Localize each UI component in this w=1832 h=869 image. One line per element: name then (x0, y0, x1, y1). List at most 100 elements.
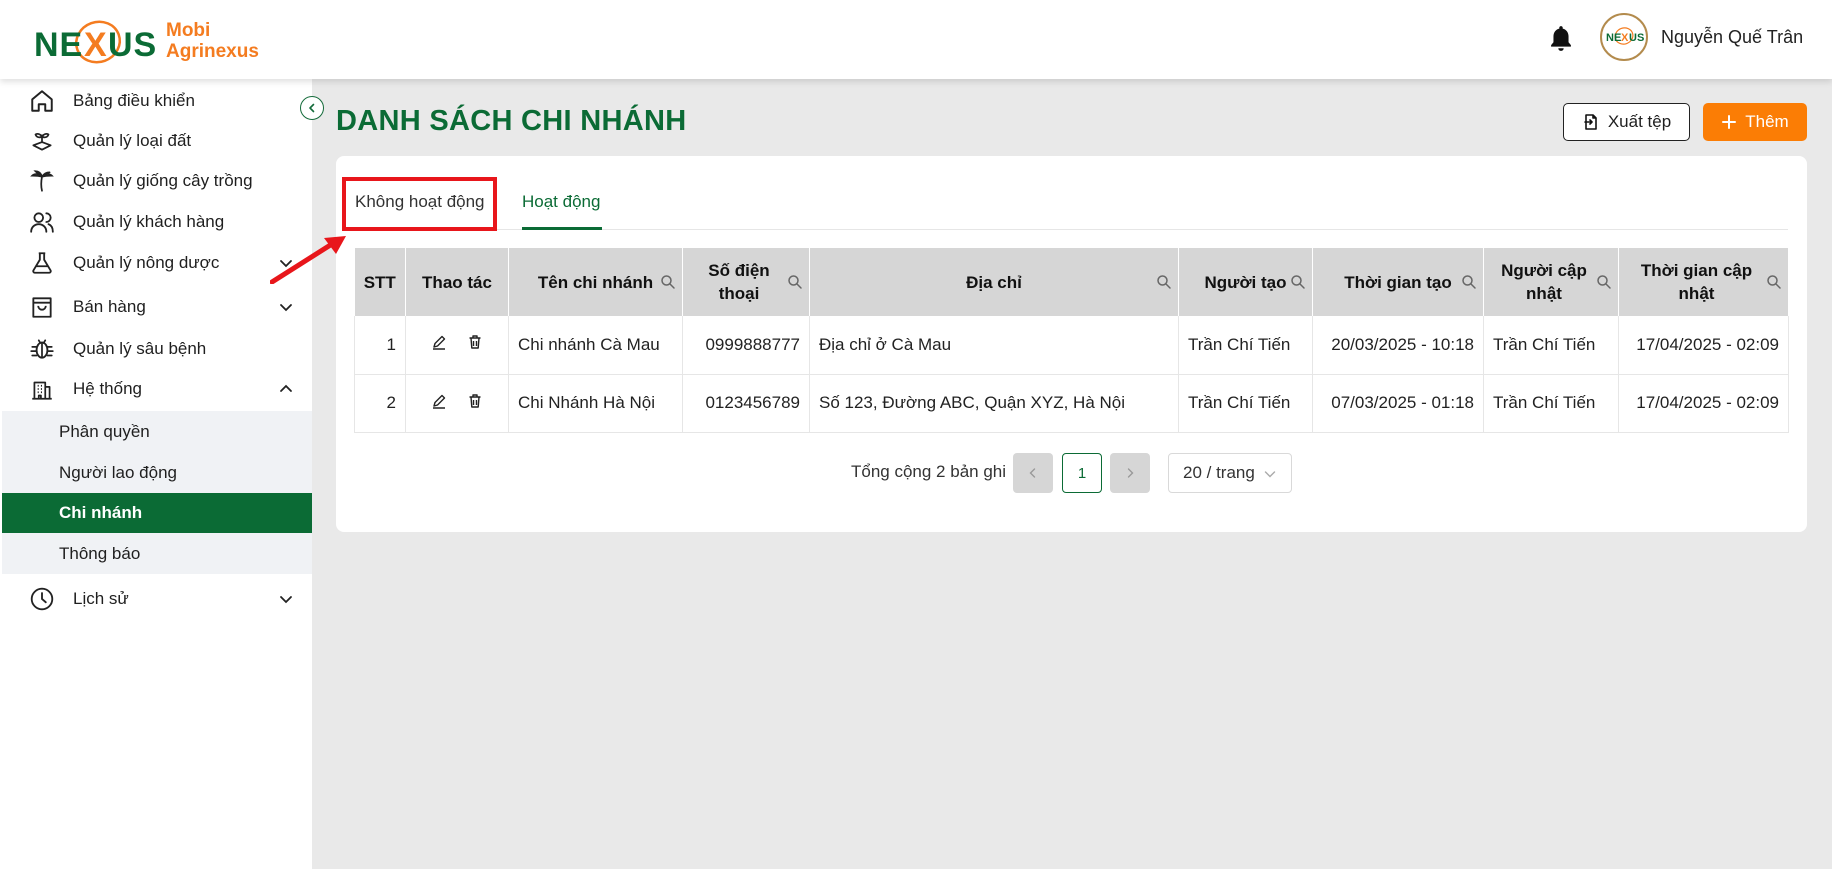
page-size-value: 20 / trang (1183, 463, 1255, 482)
chevron-down-icon (280, 596, 292, 604)
search-icon[interactable] (660, 274, 676, 290)
column-header-label: Người tạo (1204, 272, 1287, 292)
sidebar-item-label: Lịch sử (73, 589, 129, 608)
file-export-icon (1584, 114, 1597, 130)
avatar[interactable]: NE X US (1600, 13, 1648, 61)
soil-plant-icon (32, 132, 52, 151)
clock-icon (30, 587, 54, 611)
sidebar-item-label: Bảng điều khiển (73, 91, 195, 110)
sidebar-item-customers[interactable]: Quản lý khách hàng (0, 202, 312, 242)
column-header-created-at: Thời gian tạo (1312, 248, 1484, 316)
cell-updater: Trần Chí Tiến (1483, 316, 1619, 375)
pagination-next-button[interactable] (1110, 453, 1150, 493)
svg-text:US: US (1629, 32, 1644, 44)
home-icon (31, 90, 53, 112)
chevron-up-icon (280, 384, 292, 392)
avatar-logo-icon: NE X US (1603, 16, 1645, 58)
column-header-label: Thời gian cập nhật (1640, 261, 1753, 303)
cell-actions (405, 316, 509, 375)
svg-text:US: US (108, 26, 157, 64)
brand-line-2: Agrinexus (166, 41, 259, 62)
add-button-label: Thêm (1745, 112, 1789, 131)
delete-icon[interactable] (467, 334, 483, 350)
svg-text:NE: NE (34, 26, 83, 64)
brand-name: Mobi Agrinexus (166, 20, 259, 62)
column-header-label: Tên chi nhánh (537, 272, 654, 292)
sidebar-item-dashboard[interactable]: Bảng điều khiển (0, 81, 312, 121)
sidebar-subitem-label: Phân quyền (59, 422, 150, 441)
search-icon[interactable] (1766, 274, 1782, 290)
cell-address: Địa chỉ ở Cà Mau (809, 316, 1179, 375)
cell-updated-at: 17/04/2025 - 02:09 (1618, 374, 1789, 433)
search-icon[interactable] (1596, 274, 1612, 290)
sidebar-item-history[interactable]: Lịch sử (0, 579, 312, 619)
shopping-bag-icon (32, 297, 52, 318)
sidebar-item-sales[interactable]: Bán hàng (0, 287, 312, 327)
sidebar-item-system[interactable]: Hệ thống (0, 369, 312, 409)
column-header-branch-name: Tên chi nhánh (508, 248, 683, 316)
table-row: 1 Chi nhánh Cà Mau 0999888777 Địa chỉ ở … (354, 316, 1789, 375)
nexus-logo[interactable]: NE X US (34, 12, 159, 70)
palm-tree-icon (30, 170, 54, 192)
add-button[interactable]: Thêm (1703, 103, 1807, 141)
cell-created-at: 07/03/2025 - 01:18 (1312, 374, 1484, 433)
flask-icon (32, 252, 52, 274)
pagination-prev-button[interactable] (1013, 453, 1053, 493)
cell-actions (405, 374, 509, 433)
branch-table: STT Thao tác Tên chi nhánh Số điện thoại… (354, 248, 1789, 433)
cell-creator: Trần Chí Tiến (1178, 374, 1313, 433)
pagination-total: Tổng cộng 2 bản ghi (851, 462, 1007, 481)
pagination-page-current[interactable]: 1 (1062, 453, 1102, 493)
sidebar-subitem-branches[interactable]: Chi nhánh (2, 493, 312, 533)
export-button-label: Xuất tệp (1607, 112, 1672, 131)
page-title: DANH SÁCH CHI NHÁNH (336, 105, 687, 137)
column-header-updated-at: Thời gian cập nhật (1618, 248, 1789, 316)
sidebar-item-soil-types[interactable]: Quản lý loại đất (0, 121, 312, 161)
notification-bell-icon[interactable] (1548, 24, 1574, 52)
column-header-label: Số điện thoại (708, 261, 770, 303)
sidebar-item-pesticides[interactable]: Quản lý nông dược (0, 243, 312, 283)
user-name[interactable]: Nguyễn Quế Trân (1661, 27, 1803, 48)
delete-icon[interactable] (467, 393, 483, 409)
cell-branch-name: Chi nhánh Cà Mau (508, 316, 683, 375)
sidebar-collapse-button[interactable] (300, 96, 324, 120)
search-icon[interactable] (787, 274, 803, 290)
users-icon (30, 212, 54, 233)
search-icon[interactable] (1156, 274, 1172, 290)
chevron-down-icon (1264, 471, 1276, 478)
sidebar-item-label: Bán hàng (73, 297, 146, 316)
chevron-down-icon (280, 304, 292, 312)
export-button[interactable]: Xuất tệp (1563, 103, 1690, 141)
cell-creator: Trần Chí Tiến (1178, 316, 1313, 375)
table-row: 2 Chi Nhánh Hà Nội 0123456789 Số 123, Đư… (354, 374, 1789, 433)
sidebar-subitem-notifications[interactable]: Thông báo (2, 534, 312, 574)
tab-inactive[interactable]: Không hoạt động (355, 192, 485, 212)
sidebar-subitem-workers[interactable]: Người lao động (2, 453, 312, 493)
sidebar-subitem-label: Thông báo (59, 544, 141, 563)
cell-branch-name: Chi Nhánh Hà Nội (508, 374, 683, 433)
sidebar-subitem-label: Chi nhánh (59, 503, 143, 522)
column-header-label: Thời gian tạo (1344, 272, 1452, 292)
sidebar-item-pests[interactable]: Quản lý sâu bệnh (0, 329, 312, 369)
brand-line-1: Mobi (166, 20, 211, 41)
sidebar-item-label: Quản lý sâu bệnh (73, 339, 207, 358)
edit-icon[interactable] (431, 393, 447, 409)
column-header-label: STT (363, 272, 396, 292)
column-header-label: Địa chỉ (966, 272, 1022, 292)
active-tab-indicator (522, 227, 602, 230)
sidebar-item-label: Hệ thống (73, 379, 142, 398)
chevron-left-icon (1029, 468, 1036, 478)
chevron-left-icon (309, 103, 315, 113)
sidebar-item-label: Quản lý loại đất (73, 131, 192, 150)
search-icon[interactable] (1461, 274, 1477, 290)
search-icon[interactable] (1290, 274, 1306, 290)
sidebar-subitem-permissions[interactable]: Phân quyền (2, 412, 312, 452)
page-size-select[interactable]: 20 / trang (1168, 453, 1292, 493)
column-header-label: Người cập nhật (1501, 261, 1587, 303)
chevron-down-icon (280, 260, 292, 268)
edit-icon[interactable] (431, 334, 447, 350)
plus-icon (1722, 115, 1737, 129)
tab-active[interactable]: Hoạt động (522, 192, 600, 212)
sidebar-item-crop-varieties[interactable]: Quản lý giống cây trồng (0, 161, 312, 201)
column-header-creator: Người tạo (1178, 248, 1313, 316)
